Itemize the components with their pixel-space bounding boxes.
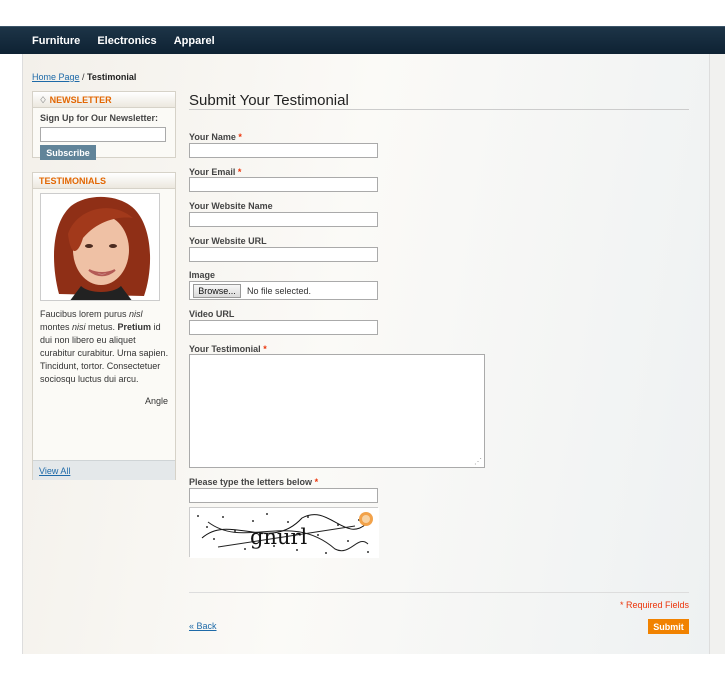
newsletter-email-input[interactable] <box>40 127 166 142</box>
top-navigation: Furniture Electronics Apparel <box>0 26 725 54</box>
testimonials-box: TESTIMONIALS Faucibus lorem purus nisl m… <box>32 172 176 480</box>
website-url-label: Your Website URL <box>189 236 267 246</box>
testimonial-label: Your Testimonial * <box>189 344 267 354</box>
image-label: Image <box>189 270 216 280</box>
email-input[interactable] <box>189 177 378 192</box>
file-status: No file selected. <box>247 286 312 296</box>
tag-icon: ♢ <box>39 95 48 105</box>
page-edge <box>710 54 725 654</box>
image-file-input[interactable]: Browse... No file selected. <box>189 281 378 300</box>
nav-electronics[interactable]: Electronics <box>97 35 156 47</box>
nav-furniture[interactable]: Furniture <box>32 35 80 47</box>
newsletter-header: ♢ NEWSLETTER <box>33 92 175 108</box>
breadcrumb-current: Testimonial <box>87 72 137 82</box>
required-fields-note: * Required Fields <box>619 600 689 610</box>
name-label: Your Name * <box>189 132 242 142</box>
testimonial-text: Faucibus lorem purus nisl montes nisi me… <box>40 309 169 384</box>
subscribe-button[interactable]: Subscribe <box>40 145 96 160</box>
website-url-input[interactable] <box>189 247 378 262</box>
submit-button[interactable]: Submit <box>648 619 689 634</box>
captcha-input[interactable] <box>189 488 378 503</box>
email-label: Your Email * <box>189 167 242 177</box>
video-url-label: Video URL <box>189 309 235 319</box>
title-divider <box>189 109 689 110</box>
svg-text:gnurl: gnurl <box>250 525 308 549</box>
back-link[interactable]: « Back <box>189 621 217 631</box>
browse-button[interactable]: Browse... <box>193 284 241 298</box>
newsletter-box: ♢ NEWSLETTER Sign Up for Our Newsletter:… <box>32 91 176 160</box>
testimonial-textarea[interactable]: ⋰ <box>189 354 485 468</box>
breadcrumb: Home Page / Testimonial <box>32 72 136 82</box>
testimonial-photo <box>40 193 160 301</box>
footer-divider <box>189 592 689 593</box>
view-all-link[interactable]: View All <box>33 460 175 480</box>
view-all-text[interactable]: View All <box>39 466 70 476</box>
name-input[interactable] <box>189 143 378 158</box>
testimonial-author: Angle <box>144 396 168 406</box>
captcha-label: Please type the letters below * <box>189 477 319 487</box>
breadcrumb-separator: / <box>79 72 88 82</box>
video-url-input[interactable] <box>189 320 378 335</box>
page-title: Submit Your Testimonial <box>189 92 349 109</box>
newsletter-subtitle: Sign Up for Our Newsletter: <box>40 113 159 123</box>
testimonials-header: TESTIMONIALS <box>33 173 175 189</box>
category-menu: Furniture Electronics Apparel <box>32 35 229 47</box>
captcha-image: gnurl <box>189 507 379 558</box>
website-name-input[interactable] <box>189 212 378 227</box>
newsletter-title: NEWSLETTER <box>49 95 112 105</box>
breadcrumb-home-link[interactable]: Home Page <box>32 72 80 82</box>
resize-grip-icon[interactable]: ⋰ <box>474 457 482 466</box>
nav-apparel[interactable]: Apparel <box>174 35 215 47</box>
website-name-label: Your Website Name <box>189 201 273 211</box>
